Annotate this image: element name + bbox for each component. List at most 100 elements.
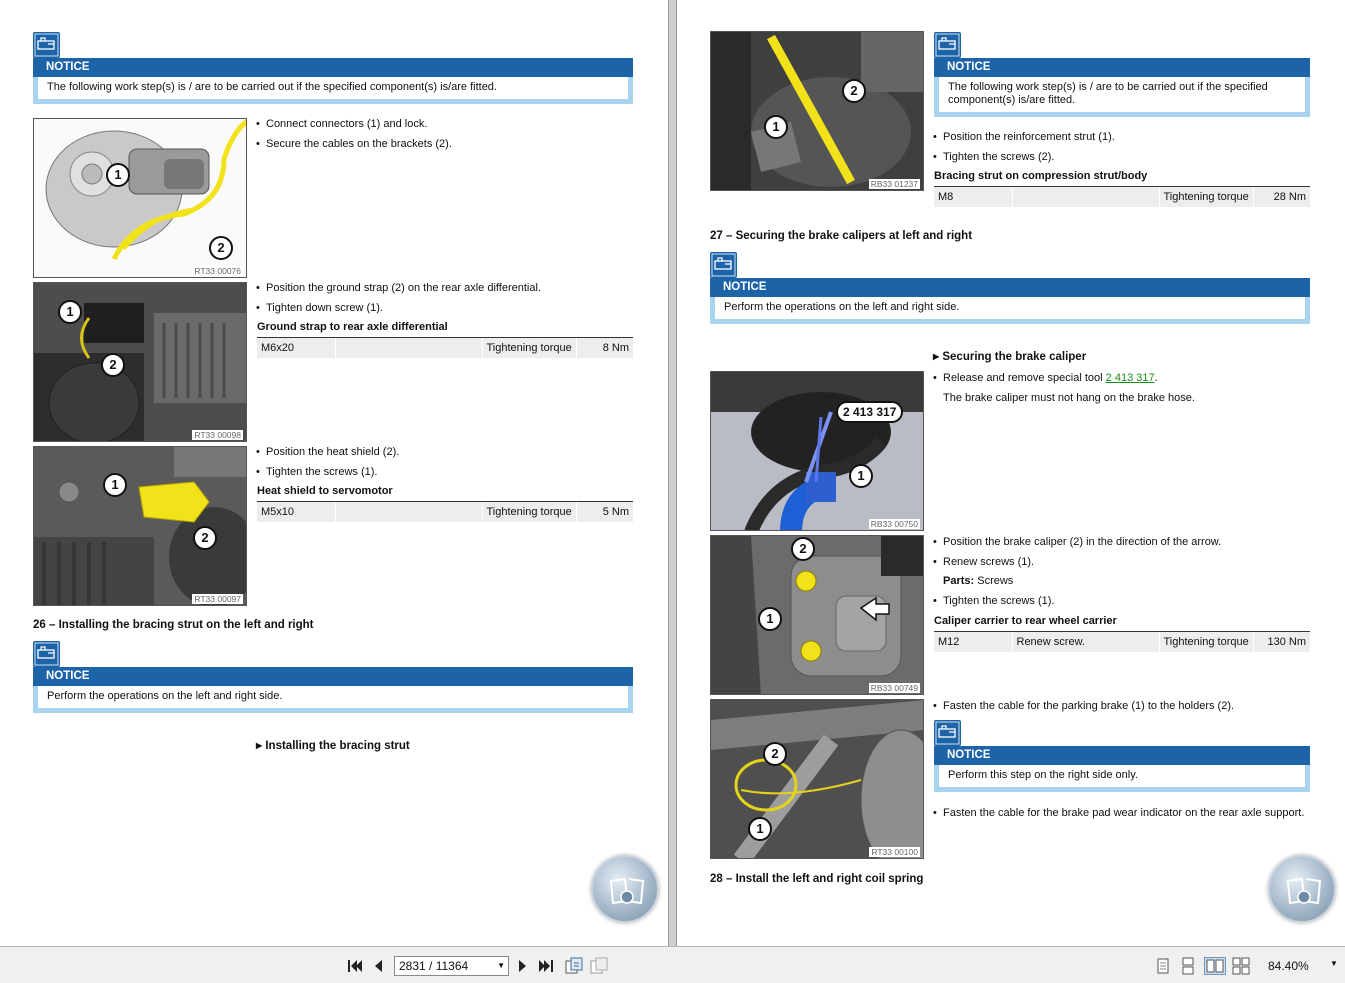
photo-code: RT33 00100 — [869, 847, 920, 857]
bullet-item: Position the reinforcement strut (1). — [933, 131, 1115, 144]
facing-pages-view-icon[interactable] — [1204, 957, 1226, 975]
notice-hand-icon — [710, 252, 737, 278]
notice-box: NOTICE The following work step(s) is / a… — [934, 58, 1310, 117]
notice-title: NOTICE — [33, 667, 633, 686]
notice-title: NOTICE — [934, 746, 1310, 765]
notice-title: NOTICE — [710, 278, 1310, 297]
bullet-item: Tighten down screw (1). — [256, 302, 383, 315]
bullet-item: Position the ground strap (2) on the rea… — [256, 282, 541, 295]
torque-value: 5 Nm — [575, 502, 633, 522]
callout-2: 2 — [101, 353, 125, 377]
photo-code: RB33 00749 — [868, 683, 920, 693]
parking-brake-cable-photo: RT33 00100 — [710, 699, 924, 859]
torque-table: M6x20 Tightening torque 8 Nm — [257, 338, 633, 358]
torque-table: M12 Renew screw. Tightening torque 130 N… — [934, 632, 1310, 652]
chevron-down-icon[interactable]: ▼ — [1330, 959, 1338, 968]
page-gutter — [668, 0, 677, 946]
notice-box: NOTICE Perform this step on the right si… — [934, 746, 1310, 792]
bolt-size: M5x10 — [257, 502, 335, 522]
callout-1: 1 — [58, 300, 82, 324]
first-page-icon[interactable] — [345, 957, 363, 975]
torque-table-heading: Heat shield to servomotor — [257, 485, 393, 497]
notice-text: Perform this step on the right side only… — [934, 765, 1310, 792]
caution-text: The brake caliper must not hang on the b… — [943, 392, 1195, 404]
bullet-item: Renew screws (1). — [933, 556, 1034, 569]
callout-2: 2 — [842, 79, 866, 103]
photo-code: RB33 00750 — [868, 519, 920, 529]
page-number-select[interactable]: 2831 / 11364 ▼ — [394, 956, 509, 976]
parts-line: Parts: Screws — [943, 575, 1013, 588]
notice-text: The following work step(s) is / are to b… — [934, 77, 1310, 117]
special-tool-photo: RB33 00750 — [710, 371, 924, 531]
continuous-view-icon[interactable] — [1179, 957, 1197, 975]
bullet-item: Fasten the cable for the brake pad wear … — [933, 807, 1304, 820]
bullet-item: Release and remove special tool 2 413 31… — [933, 372, 1158, 385]
callout-2: 2 — [791, 537, 815, 561]
screw-note: Renew screw. — [1011, 632, 1159, 652]
last-page-icon[interactable] — [538, 957, 556, 975]
procedure-subheading: ▶ Securing the brake caliper — [933, 351, 1086, 363]
bullet-item: Connect connectors (1) and lock. — [256, 118, 427, 131]
page-compare-icon[interactable] — [590, 957, 608, 975]
callout-1: 1 — [748, 817, 772, 841]
empty-cell — [334, 338, 482, 358]
right-document-page: RB33 01237 1 2 NOTICE The following work… — [677, 0, 1345, 946]
bullet-item: Position the brake caliper (2) in the di… — [933, 536, 1221, 549]
single-page-view-icon[interactable] — [1154, 957, 1172, 975]
next-page-icon[interactable] — [514, 957, 532, 975]
bullet-item: Tighten the screws (1). — [933, 595, 1055, 608]
notice-title: NOTICE — [934, 58, 1310, 77]
bullet-item: Tighten the screws (1). — [256, 466, 378, 479]
torque-value: 28 Nm — [1252, 187, 1310, 207]
notice-hand-icon — [33, 32, 60, 58]
notice-hand-icon — [934, 720, 961, 746]
bolt-size: M6x20 — [257, 338, 335, 358]
bolt-size: M12 — [934, 632, 1012, 652]
torque-label: Tightening torque — [1158, 187, 1254, 207]
section-heading-27: 27 – Securing the brake calipers at left… — [710, 230, 973, 242]
page-number-value: 2831 / 11364 — [399, 959, 469, 973]
photo-code: RT33 00076 — [192, 266, 243, 276]
notice-box: NOTICE Perform the operations on the lef… — [710, 278, 1310, 324]
callout-2: 2 — [209, 236, 233, 260]
torque-label: Tightening torque — [481, 502, 577, 522]
floating-book-button[interactable] — [591, 855, 659, 923]
brake-caliper-photo: RB33 00749 — [710, 535, 924, 695]
bolt-size: M8 — [934, 187, 1012, 207]
parts-label: Parts: — [943, 575, 975, 587]
page-thumbnail-icon[interactable] — [565, 957, 583, 975]
left-document-page: NOTICE The following work step(s) is / a… — [0, 0, 668, 946]
torque-table-heading: Bracing strut on compression strut/body — [934, 170, 1148, 182]
prev-page-icon[interactable] — [370, 957, 388, 975]
procedure-subheading: ▶ Installing the bracing strut — [256, 740, 410, 752]
release-text: Release and remove special tool — [943, 372, 1106, 384]
torque-table-heading: Ground strap to rear axle differential — [257, 321, 448, 333]
notice-box: NOTICE The following work step(s) is / a… — [33, 58, 633, 104]
empty-cell — [334, 502, 482, 522]
bullet-item: Fasten the cable for the parking brake (… — [933, 700, 1234, 713]
callout-2: 2 — [763, 742, 787, 766]
viewer-toolbar: 2831 / 11364 ▼ 84.40% ▼ — [0, 946, 1345, 983]
triangle-right-icon: ▶ — [933, 352, 940, 361]
special-tool-link[interactable]: 2 413 317 — [1106, 372, 1155, 384]
photo-code: RB33 01237 — [868, 179, 920, 189]
callout-2: 2 — [193, 526, 217, 550]
torque-table-heading: Caliper carrier to rear wheel carrier — [934, 615, 1117, 627]
bullet-item: Tighten the screws (2). — [933, 151, 1055, 164]
continuous-facing-view-icon[interactable] — [1232, 957, 1250, 975]
subheading-text: Securing the brake caliper — [942, 351, 1087, 363]
section-heading-26: 26 – Installing the bracing strut on the… — [33, 619, 314, 631]
callout-1: 1 — [103, 473, 127, 497]
callout-tool-number: 2 413 317 — [836, 401, 904, 423]
notice-hand-icon — [934, 32, 961, 58]
torque-label: Tightening torque — [481, 338, 577, 358]
triangle-right-icon: ▶ — [256, 741, 263, 750]
floating-book-button[interactable] — [1268, 855, 1336, 923]
notice-hand-icon — [33, 641, 60, 667]
notice-text: Perform the operations on the left and r… — [33, 686, 633, 713]
bullet-item: Position the heat shield (2). — [256, 446, 399, 459]
zoom-level[interactable]: 84.40% — [1268, 959, 1309, 973]
notice-box: NOTICE Perform the operations on the lef… — [33, 667, 633, 713]
subheading-text: Installing the bracing strut — [265, 740, 410, 752]
parts-value: Screws — [977, 575, 1014, 587]
